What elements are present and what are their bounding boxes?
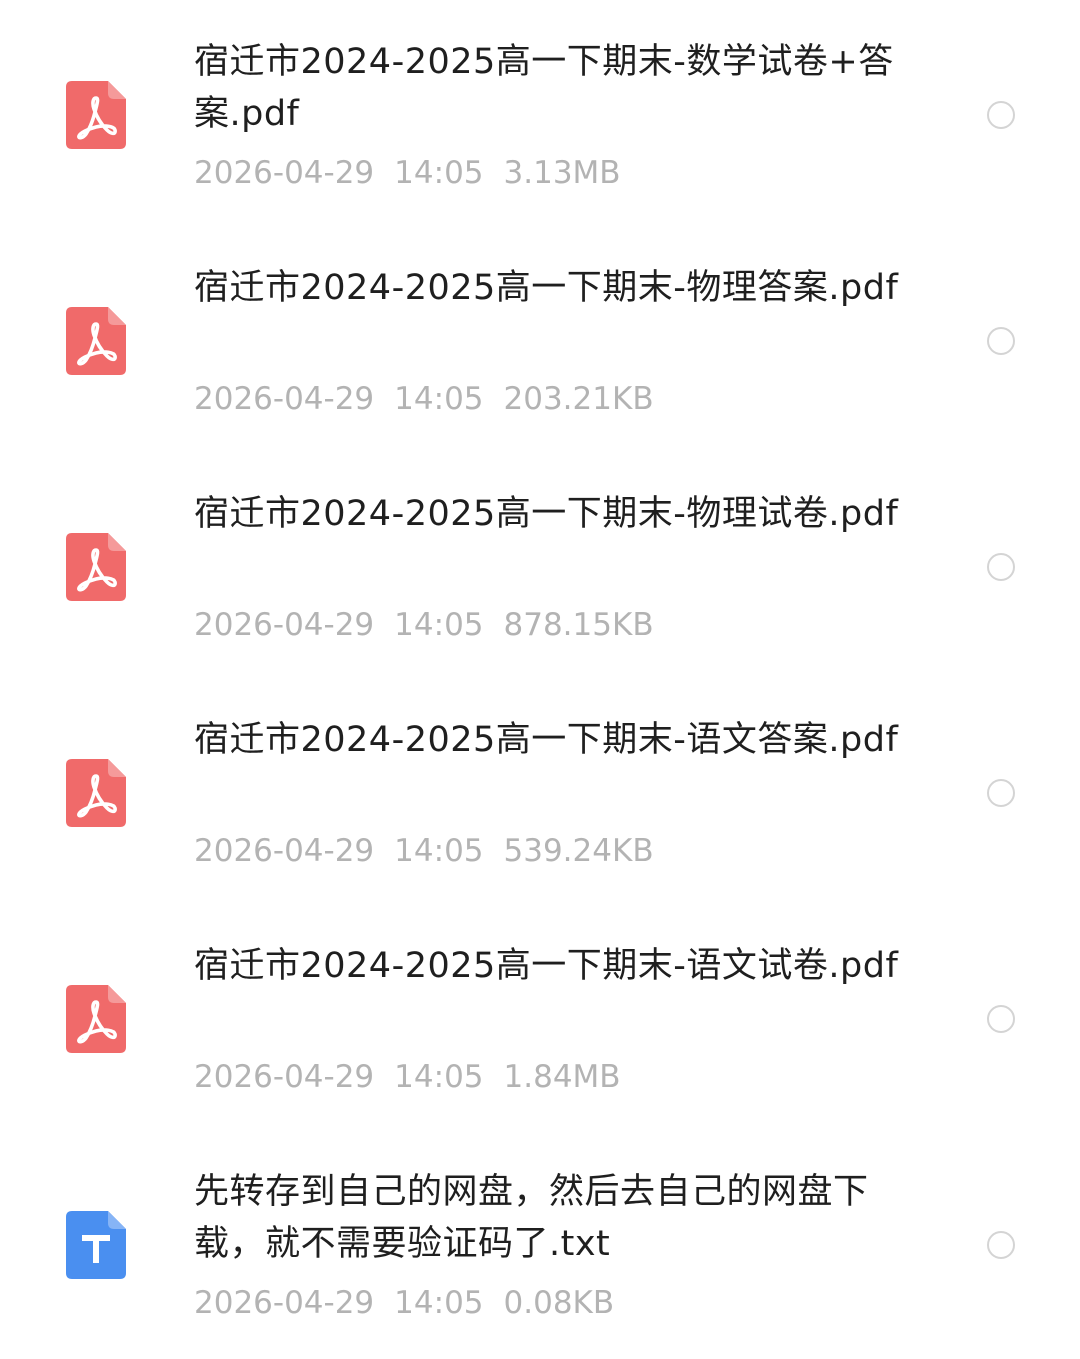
select-radio[interactable]: [987, 1231, 1015, 1259]
file-item[interactable]: 宿迁市2024-2025高一下期末-物理答案.pdf 2026-04-29 14:…: [0, 226, 1080, 452]
file-time: 14:05: [394, 833, 484, 869]
file-item[interactable]: 宿迁市2024-2025高一下期末-数学试卷+答案.pdf 2026-04-29…: [0, 0, 1080, 226]
file-size: 3.13MB: [503, 155, 621, 191]
select-radio[interactable]: [987, 327, 1015, 355]
file-name: 宿迁市2024-2025高一下期末-物理试卷.pdf: [194, 494, 899, 534]
file-item[interactable]: 先转存到自己的网盘，然后去自己的网盘下载，就不需要验证码了.txt 2026-0…: [0, 1130, 1080, 1356]
pdf-file-icon: [66, 81, 126, 149]
file-name: 宿迁市2024-2025高一下期末-语文答案.pdf: [194, 720, 899, 760]
file-date: 2026-04-29: [194, 1285, 375, 1321]
file-date: 2026-04-29: [194, 833, 375, 869]
file-name: 宿迁市2024-2025高一下期末-数学试卷+答案.pdf: [194, 42, 894, 134]
file-item[interactable]: 宿迁市2024-2025高一下期末-物理试卷.pdf 2026-04-29 14:…: [0, 452, 1080, 678]
file-meta: 2026-04-29 14:05 3.13MB: [194, 153, 641, 193]
file-list: 宿迁市2024-2025高一下期末-数学试卷+答案.pdf 2026-04-29…: [0, 0, 1080, 1359]
pdf-file-icon: [66, 533, 126, 601]
file-size: 539.24KB: [503, 833, 654, 869]
file-size: 0.08KB: [503, 1285, 615, 1321]
select-radio[interactable]: [987, 101, 1015, 129]
file-date: 2026-04-29: [194, 1059, 375, 1095]
file-date: 2026-04-29: [194, 381, 375, 417]
file-size: 878.15KB: [503, 607, 654, 643]
pdf-file-icon: [66, 985, 126, 1053]
pdf-file-icon: [66, 759, 126, 827]
file-time: 14:05: [394, 381, 484, 417]
file-meta: 2026-04-29 14:05 1.84MB: [194, 1057, 641, 1097]
file-size: 203.21KB: [503, 381, 654, 417]
file-name: 宿迁市2024-2025高一下期末-物理答案.pdf: [194, 268, 899, 308]
file-meta: 2026-04-29 14:05 878.15KB: [194, 605, 674, 645]
select-radio[interactable]: [987, 553, 1015, 581]
file-time: 14:05: [394, 1285, 484, 1321]
file-size: 1.84MB: [503, 1059, 621, 1095]
txt-file-icon: [66, 1211, 126, 1279]
file-name: 先转存到自己的网盘，然后去自己的网盘下载，就不需要验证码了.txt: [194, 1172, 869, 1264]
select-radio[interactable]: [987, 779, 1015, 807]
file-item[interactable]: 宿迁市2024-2025高一下期末-语文答案.pdf 2026-04-29 14:…: [0, 678, 1080, 904]
file-time: 14:05: [394, 155, 484, 191]
file-date: 2026-04-29: [194, 155, 375, 191]
file-time: 14:05: [394, 1059, 484, 1095]
file-meta: 2026-04-29 14:05 203.21KB: [194, 379, 674, 419]
file-time: 14:05: [394, 607, 484, 643]
file-date: 2026-04-29: [194, 607, 375, 643]
pdf-file-icon: [66, 307, 126, 375]
select-radio[interactable]: [987, 1005, 1015, 1033]
file-name: 宿迁市2024-2025高一下期末-语文试卷.pdf: [194, 946, 899, 986]
file-item[interactable]: 宿迁市2024-2025高一下期末-语文试卷.pdf 2026-04-29 14:…: [0, 904, 1080, 1130]
file-meta: 2026-04-29 14:05 539.24KB: [194, 831, 674, 871]
file-meta: 2026-04-29 14:05 0.08KB: [194, 1283, 634, 1323]
